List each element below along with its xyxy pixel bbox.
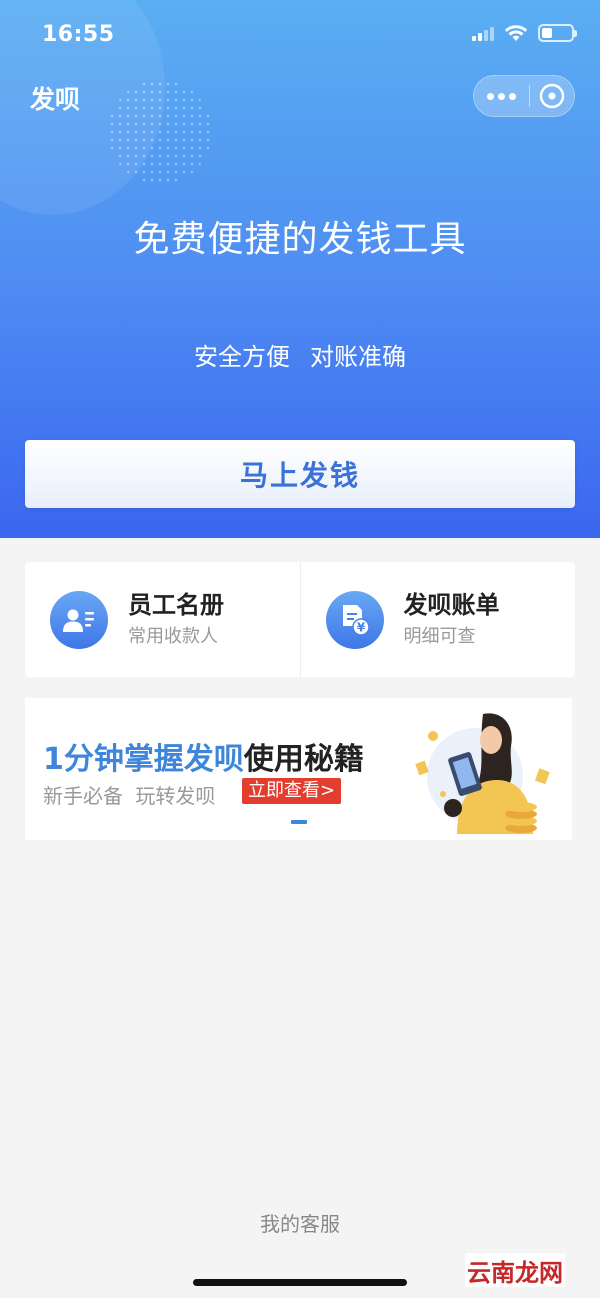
wifi-icon xyxy=(504,24,528,42)
banner-title: 1分钟掌握发呗使用秘籍 xyxy=(43,734,364,778)
entry-subtitle: 明细可查 xyxy=(403,625,476,647)
hero-title: 免费便捷的发钱工具 xyxy=(133,219,467,260)
hero-banner: 16:55 发呗 免费便捷的发钱工具 安全方便 对账准确 马上发钱 xyxy=(0,0,600,538)
employee-roster-entry[interactable]: 员工名册 常用收款人 xyxy=(25,562,300,677)
send-money-button[interactable]: 马上发钱 xyxy=(25,440,575,508)
tutorial-banner[interactable]: 1分钟掌握发呗使用秘籍 新手必备 玩转发呗 立即查看> xyxy=(25,698,572,840)
banner-title-rest: 使用秘籍 xyxy=(243,742,364,777)
home-indicator[interactable] xyxy=(193,1279,407,1286)
svg-text:¥: ¥ xyxy=(356,620,365,634)
tagline-item: 安全方便 xyxy=(194,343,290,371)
carousel-indicator xyxy=(291,820,307,824)
entry-title: 员工名册 xyxy=(128,590,224,619)
tagline-item: 对账准确 xyxy=(310,343,406,371)
view-now-button[interactable]: 立即查看> xyxy=(242,778,342,804)
bill-yuan-icon: ¥ xyxy=(325,590,384,649)
miniprogram-capsule xyxy=(473,75,575,117)
status-time: 16:55 xyxy=(42,22,115,47)
customer-service-link[interactable]: 我的客服 xyxy=(0,1208,600,1237)
battery-icon xyxy=(538,24,577,42)
banner-subtitle: 新手必备 玩转发呗 xyxy=(43,784,216,808)
decorative-dot-pattern xyxy=(108,80,212,184)
bill-entry[interactable]: ¥ 发呗账单 明细可查 xyxy=(299,562,576,677)
watermark: 云南龙网 xyxy=(465,1253,565,1287)
more-menu-icon[interactable] xyxy=(474,76,529,116)
banner-title-highlight: 1分钟掌握发呗 xyxy=(43,742,244,777)
nav-title: 发呗 xyxy=(30,85,81,114)
entry-subtitle: 常用收款人 xyxy=(128,625,218,647)
cellular-signal-icon xyxy=(472,25,494,41)
entry-title: 发呗账单 xyxy=(403,590,500,619)
entry-card: 员工名册 常用收款人 ¥ 发呗账单 明细可查 xyxy=(25,562,575,677)
status-icons xyxy=(472,24,577,42)
close-miniprogram-icon[interactable] xyxy=(530,82,574,110)
hero-tagline: 安全方便 对账准确 xyxy=(0,337,600,372)
woman-with-phone-illustration xyxy=(415,713,550,834)
employee-roster-icon xyxy=(50,590,108,649)
